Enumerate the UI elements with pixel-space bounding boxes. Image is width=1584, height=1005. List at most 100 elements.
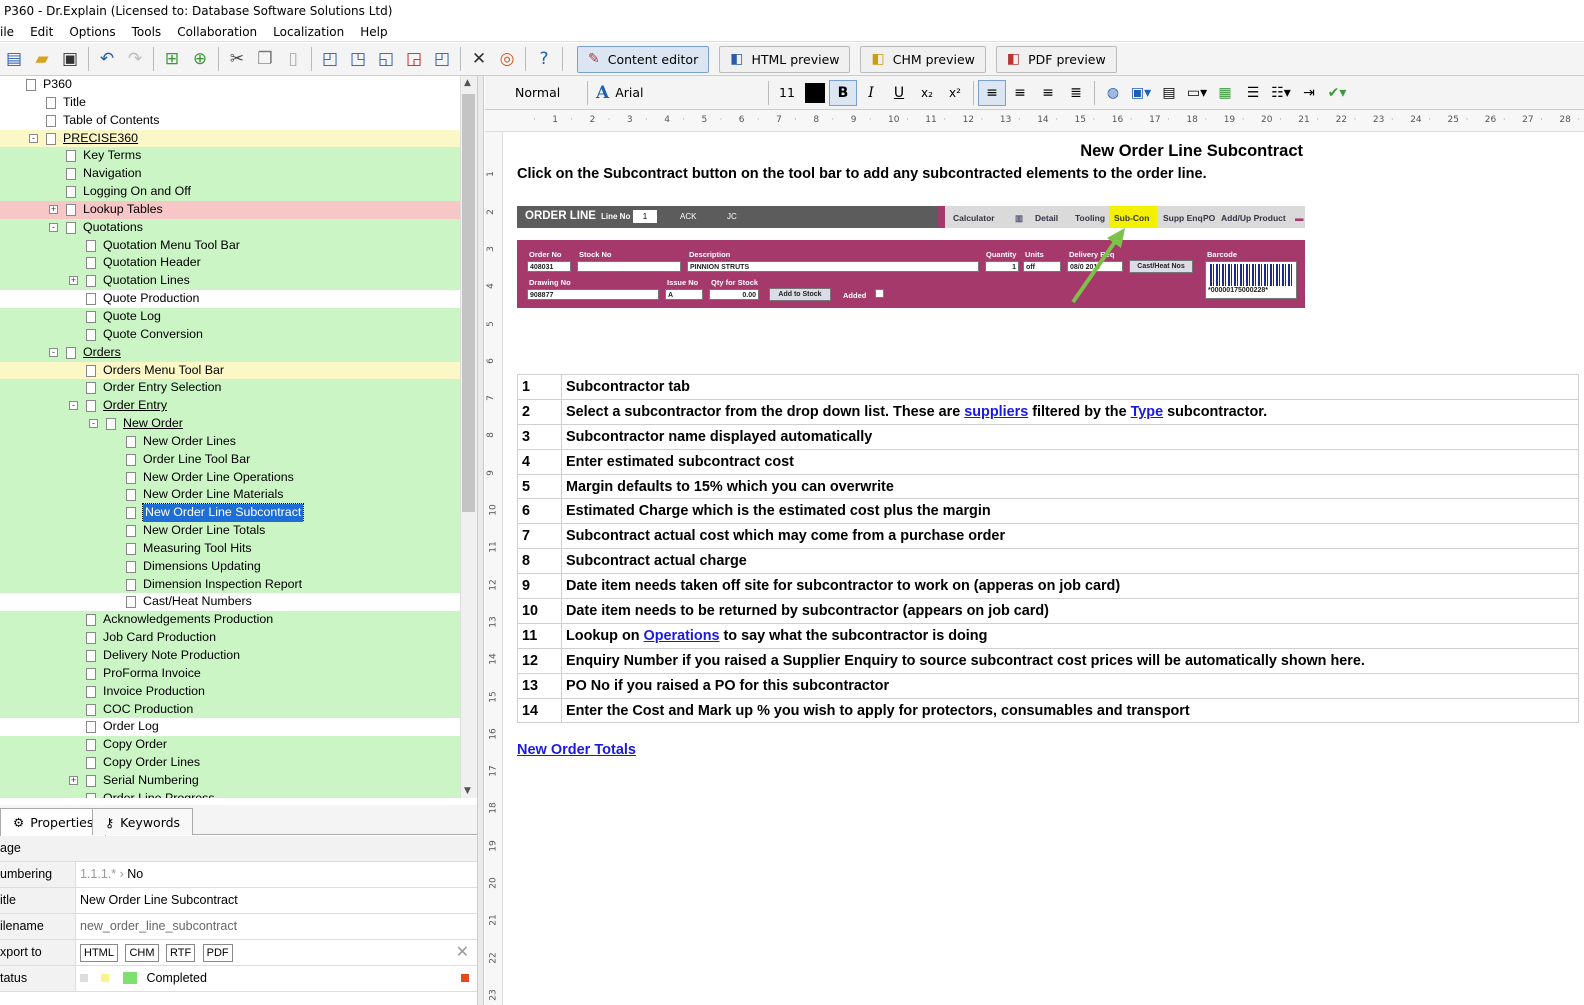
prop-status-value[interactable]: Completed <box>80 966 477 991</box>
tree-item-acknowledgements-production[interactable]: Acknowledgements Production <box>0 611 462 630</box>
tree-item-new-order-line-operations[interactable]: New Order Line Operations <box>0 468 462 487</box>
tree-item-new-order-line-totals[interactable]: New Order Line Totals <box>0 522 462 540</box>
scroll-up-icon[interactable]: ▲ <box>464 78 471 88</box>
tree-item-quote-conversion[interactable]: Quote Conversion <box>0 325 462 344</box>
justify-button[interactable]: ≣ <box>1062 80 1090 106</box>
tree-item-lookup-tables[interactable]: + Lookup Tables <box>0 200 462 219</box>
capture-window-icon[interactable]: ◳ <box>344 45 372 73</box>
export-pdf-icon[interactable]: ◲ <box>400 45 428 73</box>
numbered-list-icon[interactable]: ☷▾ <box>1267 80 1295 106</box>
tree-item-dimension-inspection-report[interactable]: Dimension Inspection Report <box>0 575 462 594</box>
save-icon[interactable]: ▣ <box>56 45 84 73</box>
tree-scroll-thumb[interactable] <box>462 94 475 512</box>
project-icon[interactable]: ▤ <box>0 45 28 73</box>
tree-item-quote-log[interactable]: Quote Log <box>0 307 462 326</box>
link-suppliers[interactable]: suppliers <box>964 404 1028 420</box>
redo-icon[interactable]: ↷ <box>121 45 149 73</box>
link-operations[interactable]: Operations <box>644 628 720 644</box>
italic-button[interactable]: I <box>857 80 885 106</box>
tree-item-order-line-progress[interactable]: Order Line Progress <box>0 789 462 798</box>
export-chm-chip[interactable]: CHM <box>125 944 159 962</box>
menu-file[interactable]: ile <box>0 22 22 41</box>
scroll-down-icon[interactable]: ▼ <box>464 786 471 796</box>
prop-numbering-value[interactable]: 1.1.1.* › No <box>80 862 477 887</box>
underline-button[interactable]: U <box>885 80 913 106</box>
undo-icon[interactable]: ↶ <box>93 45 121 73</box>
tree-item-quotation-menu-tool-bar[interactable]: Quotation Menu Tool Bar <box>0 236 462 255</box>
indent-icon[interactable]: ⇥ <box>1295 80 1323 106</box>
insert-variable-icon[interactable]: ▤ <box>1155 80 1183 106</box>
tree-item-cast-heat-numbers[interactable]: Cast/Heat Numbers <box>0 593 462 612</box>
tree-item-order-entry[interactable]: - Order Entry <box>0 397 462 416</box>
align-left-button[interactable]: ≡ <box>978 79 1006 106</box>
text-color-button[interactable] <box>801 80 829 106</box>
add-child-topic-icon[interactable]: ⊕ <box>186 45 214 73</box>
collapse-icon[interactable]: - <box>89 419 98 429</box>
tree-item-quotation-lines[interactable]: + Quotation Lines <box>0 272 462 291</box>
tree-item-coc-production[interactable]: COC Production <box>0 700 462 719</box>
pdf-preview-button[interactable]: ◧ PDF preview <box>995 45 1117 73</box>
export-html-chip[interactable]: HTML <box>80 944 118 962</box>
style-select[interactable]: Normal <box>485 85 583 100</box>
tree-item-dimensions-updating[interactable]: Dimensions Updating <box>0 557 462 576</box>
cut-icon[interactable]: ✂ <box>223 45 251 73</box>
status-excluded-icon[interactable] <box>461 974 469 982</box>
menu-edit[interactable]: Edit <box>22 22 61 41</box>
tree-item-new-order-lines[interactable]: New Order Lines <box>0 432 462 451</box>
menu-options[interactable]: Options <box>61 22 123 41</box>
tree-item-orders[interactable]: - Orders <box>0 343 462 362</box>
tree-item-precise360[interactable]: - PRECISE360 <box>0 129 462 148</box>
prop-export-value[interactable]: HTML CHM RTF PDF ✕ <box>80 940 477 965</box>
bullet-list-icon[interactable]: ☰ <box>1239 80 1267 106</box>
tree-item-copy-order-lines[interactable]: Copy Order Lines <box>0 754 462 772</box>
collapse-icon[interactable]: - <box>49 347 58 357</box>
tree-item-proforma-invoice[interactable]: ProForma Invoice <box>0 664 462 683</box>
export-icon[interactable]: ◰ <box>428 45 456 73</box>
font-size-select[interactable]: 11 <box>773 85 801 100</box>
expand-icon[interactable]: + <box>69 775 78 785</box>
tree-item-table-of-contents[interactable]: Table of Contents <box>0 111 462 130</box>
content-editor-button[interactable]: ✎ Content editor <box>577 45 710 73</box>
paste-icon[interactable]: ▯ <box>279 45 307 73</box>
export-rtf-chip[interactable]: RTF <box>165 944 196 962</box>
tree-item-key-terms[interactable]: Key Terms <box>0 147 462 166</box>
help-icon[interactable]: ? <box>530 45 558 73</box>
spelling-icon[interactable]: ◎ <box>493 45 521 73</box>
font-select[interactable]: A Arial <box>592 83 764 103</box>
tree-item-new-order-line-materials[interactable]: New Order Line Materials <box>0 486 462 505</box>
tree-item-serial-numbering[interactable]: + Serial Numbering <box>0 771 462 790</box>
menu-collaboration[interactable]: Collaboration <box>169 22 265 41</box>
tree-item-order-line-tool-bar[interactable]: Order Line Tool Bar <box>0 450 462 469</box>
tools-icon[interactable]: ✕ <box>465 45 493 73</box>
add-topic-icon[interactable]: ⊞ <box>158 45 186 73</box>
prop-filename-value[interactable]: new_order_line_subcontract <box>80 914 477 939</box>
clear-icon[interactable]: ✕ <box>456 940 469 965</box>
status-none-icon[interactable] <box>80 974 88 982</box>
tree-item-order-log[interactable]: Order Log <box>0 718 462 737</box>
tree-item-title[interactable]: Title <box>0 93 462 112</box>
tree-item-delivery-note-production[interactable]: Delivery Note Production <box>0 647 462 665</box>
tree-item-new-order[interactable]: - New Order <box>0 415 462 433</box>
insert-image-icon[interactable]: ▣▾ <box>1127 80 1155 106</box>
tree-item-quotation-header[interactable]: Quotation Header <box>0 254 462 273</box>
tree-item-quote-production[interactable]: Quote Production <box>0 290 462 308</box>
chm-preview-button[interactable]: ◧ CHM preview <box>860 45 986 73</box>
insert-table-icon[interactable]: ▦ <box>1211 80 1239 106</box>
open-folder-icon[interactable]: ▰ <box>28 45 56 73</box>
tab-properties[interactable]: ⚙ Properties <box>0 808 107 836</box>
insert-link-icon[interactable]: ◍ <box>1099 80 1127 106</box>
align-center-button[interactable]: ≡ <box>1006 80 1034 106</box>
tree-item-new-order-line-subcontract[interactable]: New Order Line Subcontract <box>0 503 462 524</box>
pane-splitter[interactable] <box>477 76 484 1005</box>
superscript-button[interactable]: x² <box>941 80 969 106</box>
export-html-icon[interactable]: ◱ <box>372 45 400 73</box>
tree-item-measuring-tool-hits[interactable]: Measuring Tool Hits <box>0 539 462 558</box>
subscript-button[interactable]: x₂ <box>913 80 941 106</box>
tree-item-quotations[interactable]: - Quotations <box>0 218 462 237</box>
prop-title-value[interactable]: New Order Line Subcontract <box>80 888 477 913</box>
tree-item-logging-on-and-off[interactable]: Logging On and Off <box>0 183 462 201</box>
copy-icon[interactable]: ❐ <box>251 45 279 73</box>
menu-localization[interactable]: Localization <box>265 22 352 41</box>
tree-item-job-card-production[interactable]: Job Card Production <box>0 629 462 647</box>
tab-keywords[interactable]: ⚷ Keywords <box>92 808 194 835</box>
